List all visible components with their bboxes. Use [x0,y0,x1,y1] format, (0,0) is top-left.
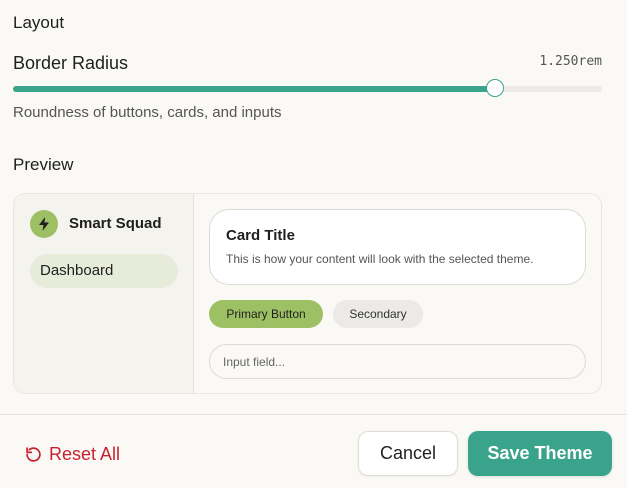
border-radius-value: 1.250rem [539,54,602,69]
border-radius-slider[interactable] [13,79,602,97]
secondary-button[interactable]: Secondary [333,300,423,328]
slider-fill [13,86,496,92]
rotate-ccw-icon [25,446,42,463]
reset-all-label: Reset All [49,443,121,464]
sidebar-item-dashboard[interactable]: Dashboard [30,254,178,288]
theme-preview: Smart Squad Dashboard Card Title This is… [13,193,602,394]
preview-input-field[interactable] [209,344,586,379]
preview-card: Card Title This is how your content will… [209,209,586,285]
border-radius-label: Border Radius [13,53,129,73]
preview-section-title: Preview [13,155,74,174]
cancel-button[interactable]: Cancel [358,431,458,476]
reset-all-button[interactable]: Reset All [25,440,120,468]
preview-sidebar: Smart Squad Dashboard [14,194,194,393]
lightning-icon [30,210,58,238]
primary-button[interactable]: Primary Button [209,300,323,328]
border-radius-description: Roundness of buttons, cards, and inputs [13,104,282,121]
footer-divider [0,414,627,415]
save-theme-button[interactable]: Save Theme [468,431,612,476]
card-text: This is how your content will look with … [226,252,534,266]
scrollbar[interactable] [621,0,627,410]
card-title: Card Title [226,227,295,244]
layout-section-title: Layout [13,13,65,32]
brand-name: Smart Squad [69,215,162,232]
slider-thumb[interactable] [485,79,504,97]
